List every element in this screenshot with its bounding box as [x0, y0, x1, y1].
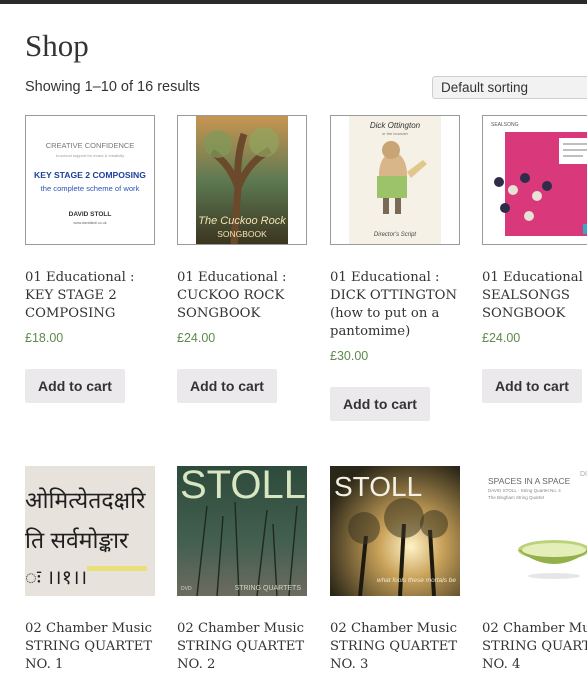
product-image[interactable]: ओमित्येतदक्षरि ति सर्वमोङ्कार ः ।।१।।	[25, 466, 155, 596]
product-image[interactable]: Dick Ottington or the bounder Director's…	[330, 115, 460, 245]
cover-text: or the bounder	[382, 131, 409, 136]
product-name-line: SONGBOOK	[177, 306, 261, 321]
result-count: Showing 1–10 of 16 results	[25, 79, 200, 95]
cover-text: KEY STAGE 2 COMPOSING	[34, 170, 146, 180]
cover-text: STRING QUARTETS	[235, 585, 302, 592]
cover-text: STOLL	[334, 471, 422, 502]
cover-text: The Bingham String Quartet	[488, 495, 545, 500]
cover-text: what fools these mortals be	[377, 577, 457, 584]
product-name-line: NO. 4	[482, 657, 521, 672]
product-name-line: STRING QUARTET	[330, 639, 458, 654]
cover-text: in-school support for music & creativity	[56, 153, 124, 158]
cover-text: DVD	[181, 586, 192, 592]
product-category: 02 Chamber Music	[25, 621, 153, 636]
top-bar	[0, 0, 587, 4]
product-name-line: NO. 1	[25, 657, 64, 672]
product-title[interactable]: 01 Educational : DICK OTTINGTON (how to …	[330, 269, 470, 341]
cover-text: DAVID STOLL · String Quartet No. 4	[488, 488, 561, 493]
product-price: £30.00	[330, 349, 369, 363]
cover-text: STOLL	[180, 466, 306, 507]
cover-text: Director's Script	[374, 232, 416, 238]
sorting-select[interactable]: Default sorting	[432, 76, 587, 99]
product-title[interactable]: 01 Educational : KEY STAGE 2 COMPOSING	[25, 269, 165, 323]
product-name-line: NO. 3	[330, 657, 369, 672]
product-name-line: STRING QUARTET	[25, 639, 153, 654]
product-category: 01 Educational :	[330, 270, 440, 285]
cover-text: ः ।।१।।	[25, 567, 87, 589]
add-to-cart-button[interactable]: Add to cart	[25, 369, 125, 403]
product-title[interactable]: 01 Educational : SEALSONGS SONGBOOK	[482, 269, 587, 323]
product-name-line: KEY STAGE 2	[25, 288, 117, 303]
product-name-line: SONGBOOK	[482, 306, 566, 321]
product-price: £24.00	[177, 331, 216, 345]
product-name-line: COMPOSING	[25, 306, 116, 321]
product-category: 01 Educational :	[25, 270, 135, 285]
add-to-cart-button[interactable]: Add to cart	[482, 369, 582, 403]
product-price: £24.00	[482, 331, 521, 345]
product-name-line: pantomime)	[330, 324, 411, 339]
product-name-line: STRING QUARTET	[177, 639, 305, 654]
cover-text: SONGBOOK	[217, 229, 267, 239]
cover-text: ओमित्येतदक्षरि	[25, 487, 146, 513]
product-name-line: NO. 2	[177, 657, 216, 672]
product-image[interactable]: STOLL what fools these mortals be	[330, 466, 460, 596]
product-name-line: STRING QUARTET	[482, 639, 587, 654]
cover-text: The Cuckoo Rock	[198, 215, 286, 227]
cover-text: ति सर्वमोङ्कार	[25, 527, 129, 553]
cover-text: www.davidstoll.co.uk	[73, 221, 106, 225]
cover-text: SPACES IN A SPACE	[488, 476, 571, 486]
add-to-cart-button[interactable]: Add to cart	[330, 387, 430, 421]
product-image[interactable]: The Cuckoo Rock SONGBOOK	[177, 115, 307, 245]
cover-text: the complete scheme of work	[41, 184, 140, 193]
cover-text: Dick Ottington	[370, 121, 421, 130]
product-title[interactable]: 01 Educational : CUCKOO ROCK SONGBOOK	[177, 269, 317, 323]
cover-text: DAVID STOLL	[69, 211, 112, 218]
product-name-line: (how to put on a	[330, 306, 440, 321]
sorting-selected-label: Default sorting	[441, 80, 529, 95]
cover-text: CREATIVE CONFIDENCE	[46, 141, 135, 150]
page-title: Shop	[25, 28, 89, 63]
product-image[interactable]: SEALSONG	[482, 115, 587, 245]
product-category: 01 Educational :	[482, 270, 587, 285]
product-name-line: SEALSONGS	[482, 288, 570, 303]
product-category: 02 Chamber Music	[482, 621, 587, 636]
add-to-cart-button[interactable]: Add to cart	[177, 369, 277, 403]
product-category: 01 Educational :	[177, 270, 287, 285]
product-name-line: CUCKOO ROCK	[177, 288, 285, 303]
product-price: £18.00	[25, 331, 64, 345]
product-category: 02 Chamber Music	[330, 621, 458, 636]
cover-text: SEALSONG	[491, 122, 519, 128]
product-image[interactable]: STOLL STRING QUARTETS DVD	[177, 466, 307, 596]
product-name-line: DICK OTTINGTON	[330, 288, 457, 303]
product-image[interactable]: CREATIVE CONFIDENCE in-school support fo…	[25, 115, 155, 245]
product-image[interactable]: SPACES IN A SPACE DAVID STOLL · String Q…	[482, 466, 587, 596]
product-category: 02 Chamber Music	[177, 621, 305, 636]
cover-text: DI	[580, 471, 587, 478]
